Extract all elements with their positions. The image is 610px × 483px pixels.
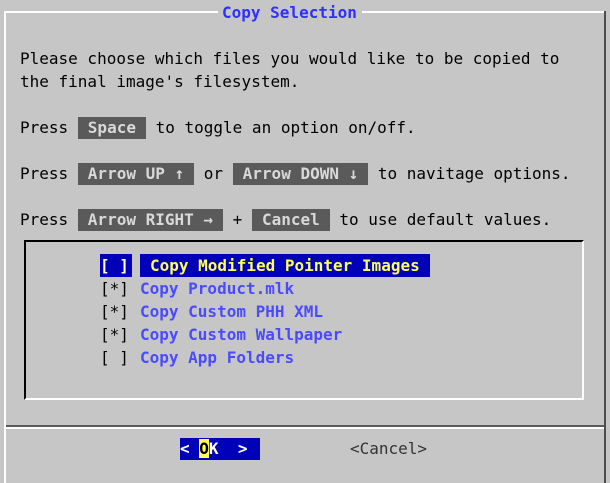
ok-button-rest: K bbox=[208, 439, 219, 458]
help-navigate-middle: or bbox=[194, 164, 233, 183]
frame-top-left-border bbox=[4, 11, 218, 13]
help-navigate-line: Press Arrow UP ↑ or Arrow DOWN ↓ to navi… bbox=[20, 162, 571, 185]
help-toggle-line: Press Space to toggle an option on/off. bbox=[20, 116, 416, 139]
checkbox[interactable]: [*] bbox=[100, 300, 132, 323]
arrow-down-key-badge: Arrow DOWN ↓ bbox=[232, 163, 369, 185]
checkbox[interactable]: [*] bbox=[100, 323, 132, 346]
checklist-item-wallpaper[interactable]: [*] Copy Custom Wallpaper bbox=[100, 323, 342, 346]
intro-line-1: Please choose which files you would like… bbox=[20, 49, 560, 68]
help-defaults-prefix: Press bbox=[20, 210, 78, 229]
checklist-item-label: Copy Custom Wallpaper bbox=[140, 325, 343, 344]
checklist-item-label: Copy Modified Pointer Images bbox=[140, 254, 430, 277]
checklist-item-label: Copy Product.mlk bbox=[140, 279, 295, 298]
dialog-title: Copy Selection bbox=[222, 3, 357, 22]
checkbox[interactable]: [ ] bbox=[100, 346, 132, 369]
arrow-right-key-badge: Arrow RIGHT → bbox=[77, 209, 224, 231]
intro-line-2: the final image's filesystem. bbox=[20, 72, 300, 91]
help-defaults-line: Press Arrow RIGHT → + Cancel to use defa… bbox=[20, 208, 551, 231]
checklist-item-label: Copy Custom PHH XML bbox=[140, 302, 324, 321]
frame-right-border bbox=[604, 11, 606, 483]
copy-selection-dialog: Copy Selection Please choose which files… bbox=[4, 0, 606, 483]
ok-button-open: < bbox=[180, 439, 200, 458]
ok-button-close: > bbox=[218, 439, 248, 458]
frame-top-right-border bbox=[362, 11, 606, 13]
checklist-item-phh-xml[interactable]: [*] Copy Custom PHH XML bbox=[100, 300, 323, 323]
ok-button[interactable]: < OK > bbox=[180, 438, 260, 460]
help-toggle-prefix: Press bbox=[20, 118, 78, 137]
checklist-item-label: Copy App Folders bbox=[140, 348, 295, 367]
help-navigate-suffix: to navitage options. bbox=[368, 164, 571, 183]
help-navigate-prefix: Press bbox=[20, 164, 78, 183]
help-defaults-suffix: to use default values. bbox=[329, 210, 552, 229]
button-separator bbox=[6, 425, 604, 429]
cancel-button[interactable]: <Cancel> bbox=[350, 438, 427, 460]
help-toggle-suffix: to toggle an option on/off. bbox=[145, 118, 416, 137]
checklist-item-pointer-images[interactable]: [ ] Copy Modified Pointer Images bbox=[100, 254, 430, 277]
checkbox[interactable]: [ ] bbox=[100, 254, 132, 277]
space-key-badge: Space bbox=[77, 117, 146, 139]
checklist-item-app-folders[interactable]: [ ] Copy App Folders bbox=[100, 346, 294, 369]
cancel-key-badge: Cancel bbox=[251, 209, 330, 231]
frame-left-border bbox=[4, 11, 6, 483]
arrow-up-key-badge: Arrow UP ↑ bbox=[77, 163, 195, 185]
help-defaults-middle: + bbox=[223, 210, 252, 229]
checkbox[interactable]: [*] bbox=[100, 277, 132, 300]
ok-button-hotkey: O bbox=[199, 439, 209, 458]
checklist-item-product-mlk[interactable]: [*] Copy Product.mlk bbox=[100, 277, 294, 300]
